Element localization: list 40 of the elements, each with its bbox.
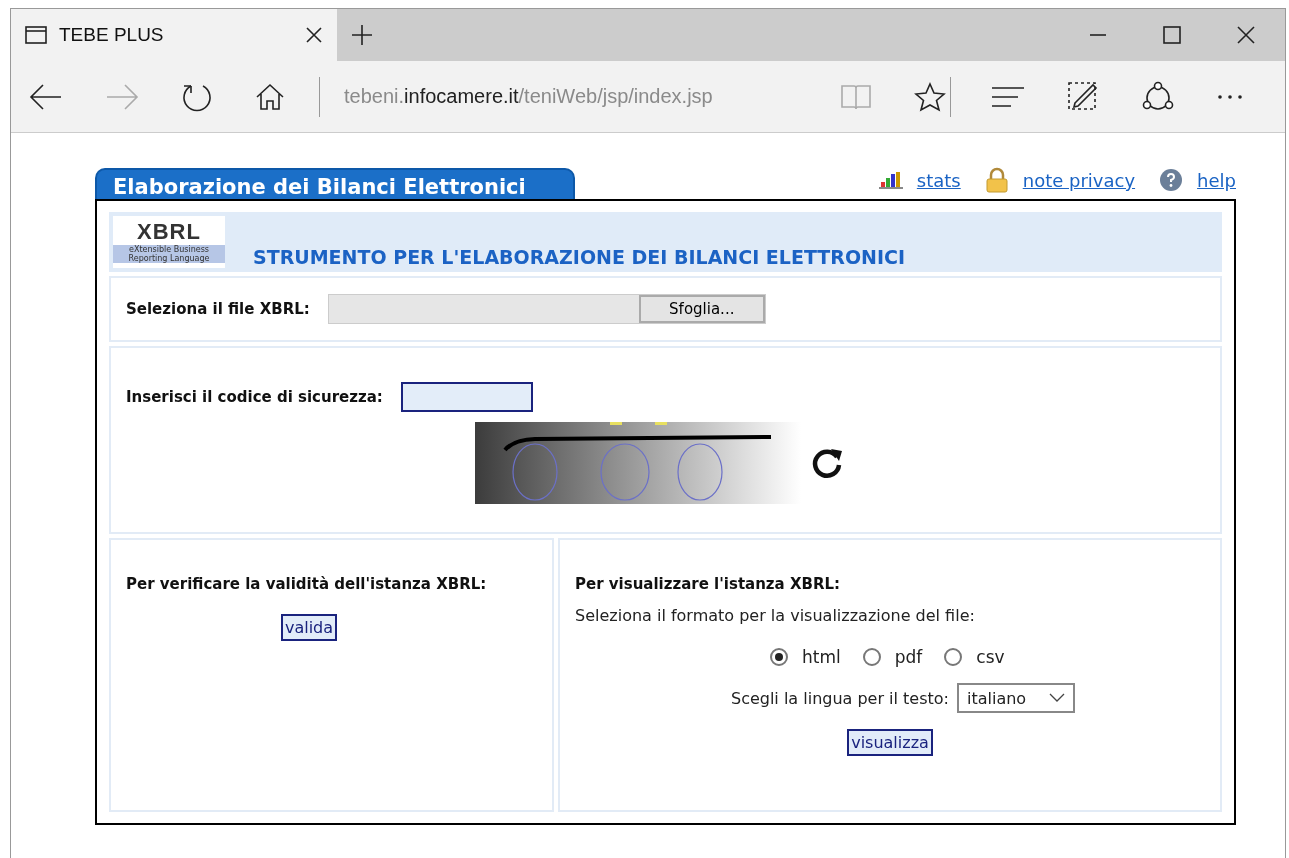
radio-label: html xyxy=(802,647,841,667)
new-tab-icon[interactable] xyxy=(351,24,373,46)
radio-button[interactable] xyxy=(944,648,963,666)
chevron-down-icon xyxy=(1049,693,1065,703)
home-icon[interactable] xyxy=(255,82,285,111)
radio-button[interactable] xyxy=(862,648,881,666)
xbrl-logo: XBRL eXtensible Business Reporting Language xyxy=(113,216,225,268)
view-button[interactable]: visualizza xyxy=(847,729,933,756)
browse-button[interactable]: Sfoglia... xyxy=(638,295,765,323)
menu-lines-icon[interactable] xyxy=(991,85,1025,108)
format-instruction: Seleziona il formato per la visualizzazione del file: xyxy=(575,606,976,625)
browser-tab[interactable]: TEBE PLUS xyxy=(11,9,337,61)
note-pen-icon[interactable] xyxy=(1067,80,1099,113)
share-icon[interactable] xyxy=(1141,80,1175,113)
back-icon[interactable] xyxy=(29,82,63,111)
stats-link[interactable]: stats xyxy=(916,169,961,191)
field-label: Seleziona il file XBRL: xyxy=(126,300,310,318)
help-link[interactable]: help xyxy=(1197,169,1236,191)
close-icon[interactable] xyxy=(305,26,323,44)
more-icon[interactable] xyxy=(1217,92,1243,101)
language-dropdown[interactable]: italiano xyxy=(957,683,1075,713)
maximize-icon[interactable] xyxy=(1163,26,1181,44)
help-icon xyxy=(1159,168,1184,192)
privacy-link[interactable]: note privacy xyxy=(1022,169,1136,191)
banner-title: STRUMENTO PER L'ELABORAZIONE DEI BILANCI ELETTRONICI xyxy=(253,246,906,268)
validate-button[interactable]: valida xyxy=(280,614,338,641)
file-input-field[interactable]: Sfoglia... xyxy=(327,294,766,324)
section-heading: Per visualizzare l'istanza XBRL: xyxy=(575,574,842,594)
section-heading: Per verificare la validità dell'istanza XBRL: xyxy=(126,574,488,594)
radio-button[interactable] xyxy=(770,648,788,666)
radio-label: csv xyxy=(976,647,1005,667)
radio-label: pdf xyxy=(894,647,923,667)
bar-chart-icon xyxy=(878,170,903,190)
captcha-input-field[interactable] xyxy=(400,382,533,412)
star-icon[interactable] xyxy=(914,81,946,112)
field-label: Inserisci il codice di sicurezza: xyxy=(126,388,383,406)
tab-page-icon xyxy=(25,26,47,44)
language-label: Scegli la lingua per il testo: xyxy=(730,688,949,708)
padlock-icon xyxy=(984,167,1009,193)
close-icon[interactable] xyxy=(1237,26,1255,44)
